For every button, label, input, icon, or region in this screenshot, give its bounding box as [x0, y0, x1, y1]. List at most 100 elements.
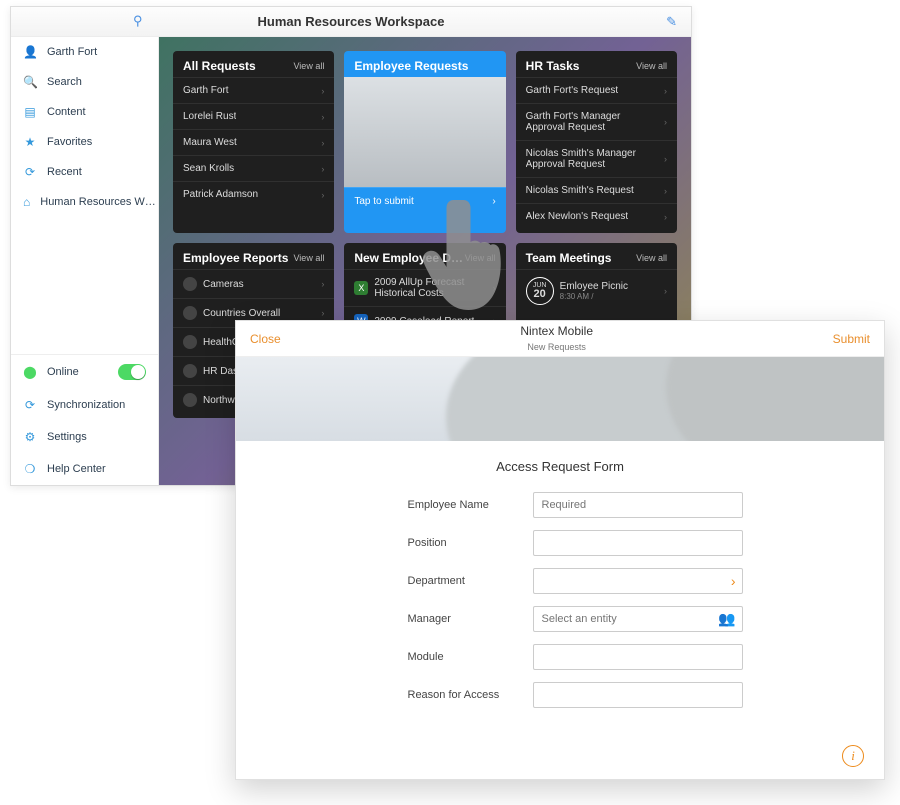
sidebar-item-content[interactable]: ▤Content [11, 97, 158, 127]
sidebar-item-label: Garth Fort [47, 46, 97, 58]
chevron-right-icon: › [321, 190, 324, 200]
card-title: Employee Reports [183, 251, 288, 265]
reason-input[interactable] [533, 682, 743, 708]
chevron-right-icon: › [664, 86, 667, 96]
chevron-right-icon: › [664, 154, 667, 164]
pin-icon[interactable]: ⚲ [133, 13, 143, 29]
form-app-title: Nintex Mobile [520, 324, 593, 338]
list-item[interactable]: Garth Fort› [173, 77, 334, 103]
report-icon [183, 335, 197, 349]
sidebar-item-online[interactable]: ⬤ Online [11, 355, 158, 389]
form-header: Close Nintex Mobile New Requests Submit [236, 321, 884, 357]
position-input[interactable] [533, 530, 743, 556]
chevron-right-icon: › [493, 283, 496, 293]
list-item[interactable]: Nicolas Smith's Request› [516, 177, 677, 203]
list-item[interactable]: Cameras› [173, 269, 334, 298]
favorites-icon: ★ [23, 135, 37, 149]
card-employee-requests[interactable]: Employee Requests Tap to submit › [344, 51, 505, 233]
sidebar-item-user[interactable]: 👤 Garth Fort [11, 37, 158, 67]
sync-icon: ⟳ [23, 398, 37, 412]
sidebar-item-label: Online [47, 366, 79, 378]
report-icon [183, 364, 197, 378]
chevron-right-icon: › [321, 112, 324, 122]
employee-requests-image [344, 77, 505, 187]
chevron-right-icon: › [664, 117, 667, 127]
card-title: All Requests [183, 59, 256, 73]
chevron-right-icon: › [321, 279, 324, 289]
view-all-link[interactable]: View all [293, 61, 324, 71]
chevron-right-icon: › [321, 164, 324, 174]
form-title: Access Request Form [276, 459, 844, 474]
online-toggle[interactable] [118, 364, 146, 380]
field-label-department: Department [403, 575, 533, 587]
list-item[interactable]: Lorelei Rust› [173, 103, 334, 129]
settings-icon: ⚙ [23, 430, 37, 444]
card-hr-tasks: HR Tasks View all Garth Fort's Request› G… [516, 51, 677, 233]
sidebar-item-recent[interactable]: ⟳ Recent [11, 157, 158, 187]
sidebar-item-label: Search [47, 76, 82, 88]
manager-picker[interactable]: 👥 [533, 606, 743, 632]
view-all-link[interactable]: View all [636, 61, 667, 71]
info-icon[interactable]: i [842, 745, 864, 767]
field-label-employee-name: Employee Name [403, 499, 533, 511]
home-icon: ⌂ [23, 195, 30, 209]
form-subtitle: New Requests [527, 342, 586, 352]
employee-name-input[interactable] [533, 492, 743, 518]
date-icon: JUN20 [526, 277, 554, 305]
view-all-link[interactable]: View all [465, 253, 496, 263]
search-icon: 🔍 [23, 75, 37, 89]
field-label-manager: Manager [403, 613, 533, 625]
report-icon [183, 277, 197, 291]
chevron-right-icon: › [321, 138, 324, 148]
view-all-link[interactable]: View all [636, 253, 667, 263]
sidebar-item-favorites[interactable]: ★ Favorites [11, 127, 158, 157]
form-window: Close Nintex Mobile New Requests Submit A… [235, 320, 885, 780]
submit-button[interactable]: Submit [833, 332, 870, 346]
list-item[interactable]: Garth Fort's Manager Approval Request› [516, 103, 677, 140]
sidebar-item-hr-workspace[interactable]: ⌂ Human Resources W… [11, 187, 158, 217]
list-item[interactable]: Sean Krolls› [173, 155, 334, 181]
field-label-reason: Reason for Access [403, 689, 533, 701]
tap-to-submit-label: Tap to submit [354, 196, 413, 207]
edit-icon[interactable]: ✎ [666, 14, 677, 30]
chevron-right-icon: › [664, 212, 667, 222]
close-button[interactable]: Close [250, 332, 281, 346]
module-input[interactable] [533, 644, 743, 670]
list-item[interactable]: Patrick Adamson› [173, 181, 334, 207]
list-item[interactable]: Garth Fort's Request› [516, 77, 677, 103]
chevron-right-icon: › [664, 186, 667, 196]
sidebar: 👤Garth Fort 🔍Search ▤Content ★Favorites … [11, 37, 159, 485]
form-banner-image [236, 357, 884, 441]
list-item[interactable]: JUN20 Emloyee Picnic8:30 AM / › [516, 269, 677, 312]
list-item[interactable]: Nicolas Smith's Manager Approval Request… [516, 140, 677, 177]
sidebar-item-label: Content [47, 106, 86, 118]
excel-icon: X [354, 281, 368, 295]
report-icon [183, 306, 197, 320]
card-title: Employee Requests [354, 59, 468, 73]
card-title: HR Tasks [526, 59, 580, 73]
sidebar-item-sync[interactable]: ⟳ Synchronization [11, 389, 158, 421]
chevron-right-icon: › [664, 286, 667, 296]
list-item[interactable]: X2009 AllUp Forecast Historical Costs› [344, 269, 505, 306]
card-title: New Employee D… [354, 251, 463, 265]
sidebar-item-settings[interactable]: ⚙Settings [11, 421, 158, 453]
card-title: Team Meetings [526, 251, 612, 265]
list-item[interactable]: Maura West› [173, 129, 334, 155]
sidebar-item-label: Synchronization [47, 399, 125, 411]
sidebar-item-help[interactable]: ❍Help Center [11, 453, 158, 485]
department-select[interactable]: › [533, 568, 743, 594]
online-icon: ⬤ [23, 365, 37, 379]
sidebar-item-label: Human Resources W… [40, 196, 156, 208]
sidebar-item-label: Recent [47, 166, 82, 178]
sidebar-item-label: Favorites [47, 136, 92, 148]
people-icon: 👥 [718, 611, 735, 628]
list-item[interactable]: Alex Newlon's Request› [516, 203, 677, 229]
sidebar-item-search[interactable]: 🔍 Search [11, 67, 158, 97]
chevron-right-icon: › [492, 196, 495, 207]
view-all-link[interactable]: View all [293, 253, 324, 263]
field-label-module: Module [403, 651, 533, 663]
chevron-right-icon: › [321, 86, 324, 96]
user-icon: 👤 [23, 45, 37, 59]
app-header: ⚲ Human Resources Workspace ✎ [11, 7, 691, 37]
recent-icon: ⟳ [23, 165, 37, 179]
